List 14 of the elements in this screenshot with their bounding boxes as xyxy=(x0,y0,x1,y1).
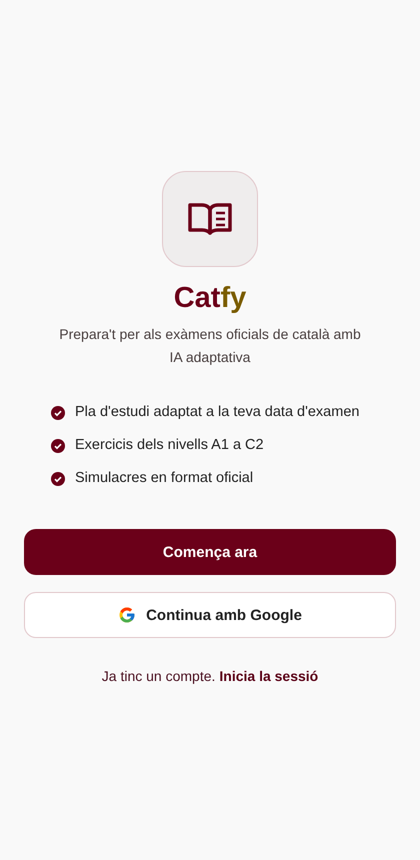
check-icon xyxy=(51,438,65,452)
start-button[interactable]: Comença ara xyxy=(24,529,396,575)
check-icon xyxy=(51,406,65,420)
feature-text: Simulacres en format oficial xyxy=(75,469,254,488)
book-icon xyxy=(188,202,232,236)
google-signin-button[interactable]: Continua amb Google xyxy=(24,592,396,638)
footer-text: Ja tinc un compte. xyxy=(102,668,216,684)
check-icon xyxy=(51,472,65,486)
tagline: Prepara't per als exàmens oficials de català amb IA adaptativa xyxy=(58,325,362,367)
google-icon xyxy=(118,606,136,624)
app-wordmark: Catfy xyxy=(174,281,246,315)
login-link[interactable]: Inicia la sessió xyxy=(219,668,318,684)
feature-text: Pla d'estudi adaptat a la teva data d'examen xyxy=(75,403,360,422)
feature-text: Exercicis dels nivells A1 a C2 xyxy=(75,436,264,455)
